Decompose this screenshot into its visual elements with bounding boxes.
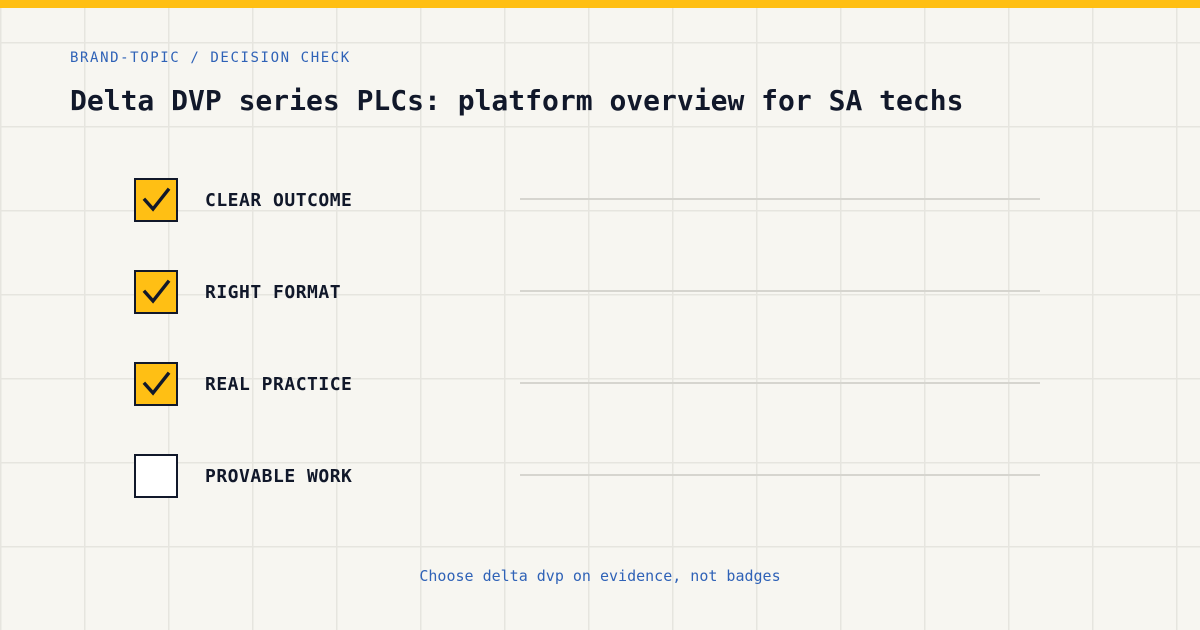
- checklist-item-label: RIGHT FORMAT: [205, 282, 342, 303]
- checkbox[interactable]: [134, 178, 178, 222]
- checkmark-icon: [142, 371, 171, 396]
- checklist-item-clear-outcome[interactable]: CLEAR OUTCOME: [134, 178, 1040, 222]
- page-title: Delta DVP series PLCs: platform overview…: [70, 84, 964, 117]
- checkmark-icon: [142, 187, 171, 212]
- top-accent-bar: [0, 0, 1200, 8]
- divider-line: [520, 290, 1040, 292]
- footer-tagline: Choose delta dvp on evidence, not badges: [419, 567, 781, 585]
- checkbox[interactable]: [134, 270, 178, 314]
- checklist-item-real-practice[interactable]: REAL PRACTICE: [134, 362, 1040, 406]
- checklist-item-label: REAL PRACTICE: [205, 374, 353, 395]
- checkmark-icon: [142, 279, 171, 304]
- checkbox[interactable]: [134, 454, 178, 498]
- divider-line: [520, 474, 1040, 476]
- checklist-item-right-format[interactable]: RIGHT FORMAT: [134, 270, 1040, 314]
- divider-line: [520, 382, 1040, 384]
- checklist-item-label: CLEAR OUTCOME: [205, 190, 353, 211]
- checklist-item-label: PROVABLE WORK: [205, 466, 353, 487]
- divider-line: [520, 198, 1040, 200]
- checklist-item-provable-work[interactable]: PROVABLE WORK: [134, 454, 1040, 498]
- eyebrow-label: BRAND-TOPIC / DECISION CHECK: [70, 50, 351, 66]
- checkbox[interactable]: [134, 362, 178, 406]
